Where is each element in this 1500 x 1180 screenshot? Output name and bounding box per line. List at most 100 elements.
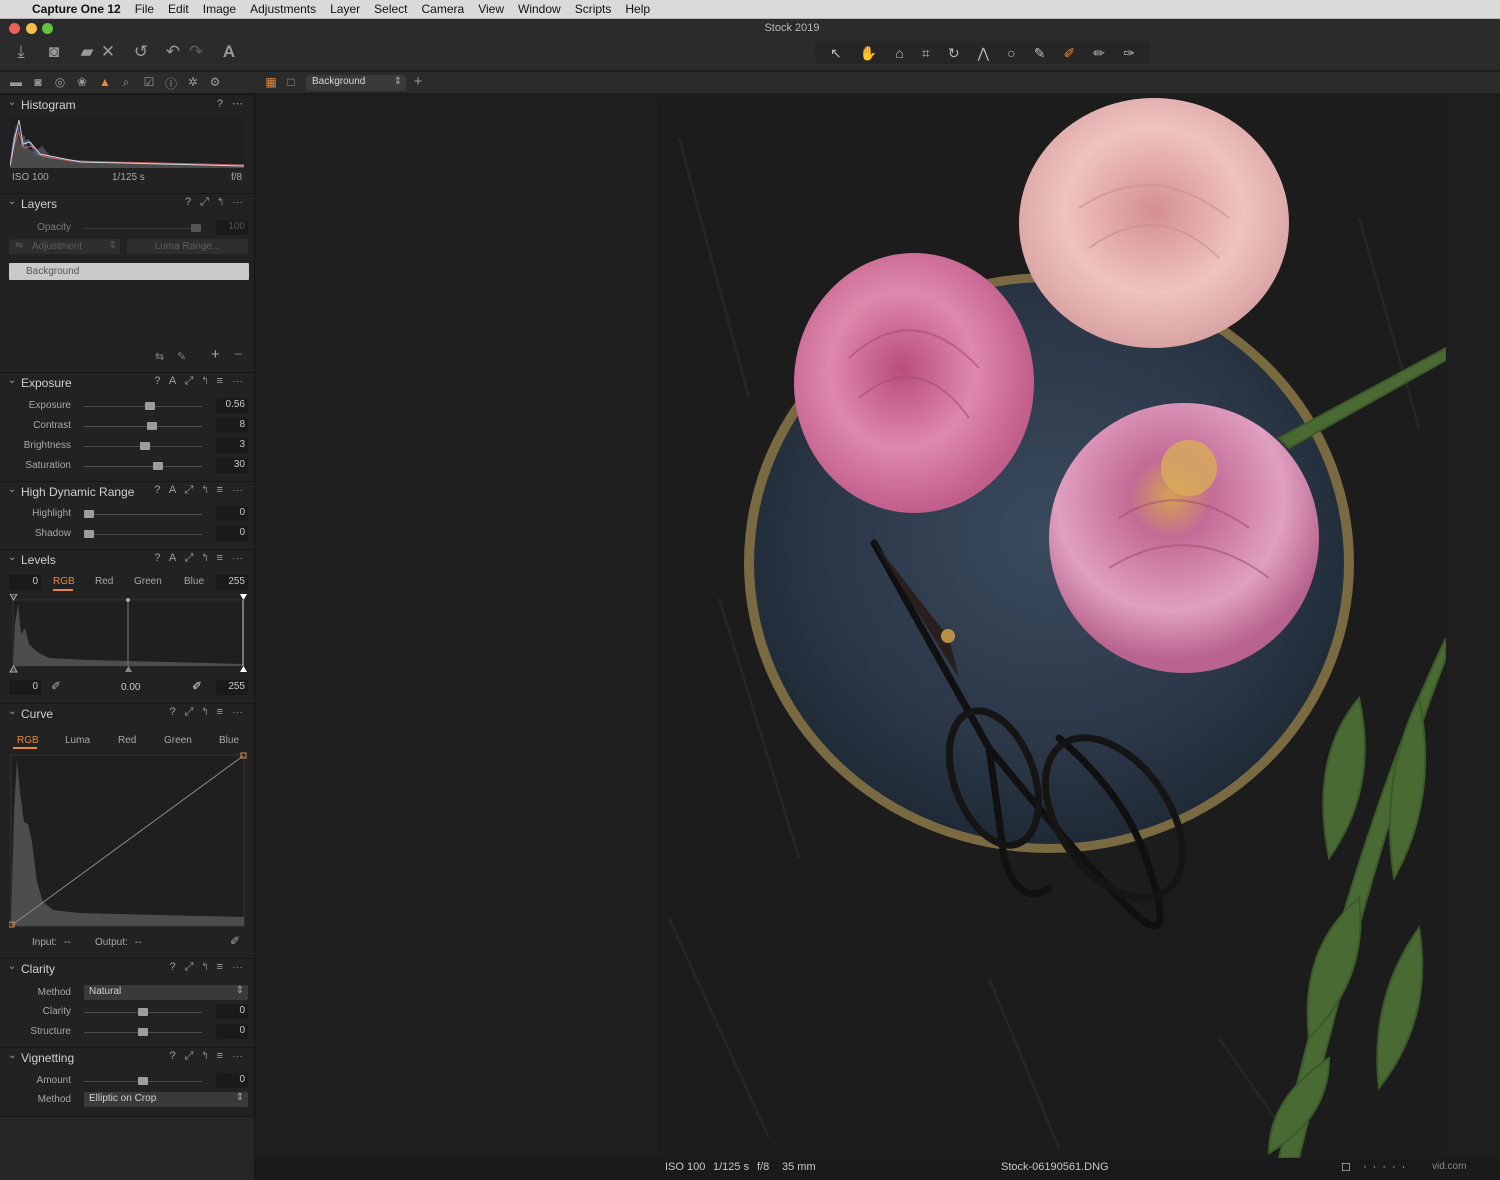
undo-icon[interactable]: ↶ xyxy=(162,42,184,62)
layers-tool-icons[interactable]: ? ⤢ ↰ ⋯ xyxy=(185,196,246,209)
vignetting-method-select[interactable]: Elliptic on Crop ⇕ xyxy=(84,1092,248,1107)
import-icon[interactable]: ⤓ xyxy=(10,42,32,62)
clarity-tool-icons[interactable]: ? ⤢ ↰ ≡ ⋯ xyxy=(169,961,246,974)
vignetting-amount-knob[interactable] xyxy=(138,1077,148,1085)
chevron-down-icon[interactable]: ⌄ xyxy=(8,484,16,495)
levels-tab-rgb[interactable]: RGB xyxy=(53,576,75,587)
swap-icon[interactable]: ⇆ xyxy=(155,350,164,363)
brush-dropdown-icon[interactable]: ✎ xyxy=(177,350,186,363)
menu-scripts[interactable]: Scripts xyxy=(575,2,612,16)
exposure-value[interactable]: 0.56 xyxy=(216,398,248,413)
add-layer-icon[interactable]: + xyxy=(409,73,427,90)
camera-capture-icon[interactable]: ◙ xyxy=(43,42,65,62)
vignetting-header[interactable]: ⌄ Vignetting ? ⤢ ↰ ≡ ⋯ xyxy=(0,1047,254,1067)
adjustments-tab-icon[interactable]: ☑ xyxy=(140,75,158,89)
curve-tab-red[interactable]: Red xyxy=(118,735,136,746)
keystone-icon[interactable]: ⋀ xyxy=(978,44,989,62)
clarity-slider-knob[interactable] xyxy=(138,1008,148,1016)
histogram-tool-icons[interactable]: ? ⋯ xyxy=(217,97,246,110)
chevron-down-icon[interactable]: ⌄ xyxy=(8,706,16,717)
contrast-slider-knob[interactable] xyxy=(147,422,157,430)
luma-range-button[interactable]: Luma Range... xyxy=(127,239,248,254)
chevron-down-icon[interactable]: ⌄ xyxy=(8,375,16,386)
levels-input-high[interactable]: 255 xyxy=(216,575,248,590)
structure-slider-knob[interactable] xyxy=(138,1028,148,1036)
app-menu[interactable]: Capture One 12 xyxy=(32,2,121,16)
clarity-method-select[interactable]: Natural ⇕ xyxy=(84,985,248,1000)
loupe-icon[interactable]: ⌂ xyxy=(895,44,903,62)
menu-select[interactable]: Select xyxy=(374,2,407,16)
opacity-value[interactable]: 100 xyxy=(216,220,248,235)
highlight-slider-track[interactable] xyxy=(84,514,202,515)
curve-tab-blue[interactable]: Blue xyxy=(219,735,239,746)
chevron-down-icon[interactable]: ⌄ xyxy=(8,961,16,972)
vignetting-tool-icons[interactable]: ? ⤢ ↰ ≡ ⋯ xyxy=(169,1050,246,1063)
library-tab-icon[interactable]: ▬ xyxy=(7,75,25,89)
curve-graph[interactable] xyxy=(9,752,249,930)
eyedropper-black-icon[interactable]: ✐ xyxy=(51,679,61,693)
curve-picker-icon[interactable]: ✐ xyxy=(230,934,240,948)
levels-tool-icons[interactable]: ? A ⤢ ↰ ≡ ⋯ xyxy=(154,552,246,565)
image-viewer[interactable] xyxy=(255,94,1500,1158)
structure-value[interactable]: 0 xyxy=(216,1024,248,1039)
text-tool-icon[interactable]: A xyxy=(218,42,240,62)
gradient-mask-icon[interactable]: ✏ xyxy=(1093,44,1105,62)
select-cursor-icon[interactable]: ↖ xyxy=(830,44,842,62)
vignetting-amount-value[interactable]: 0 xyxy=(216,1073,248,1088)
adjustment-dropdown[interactable]: ⇋ Adjustment ⇕ xyxy=(9,239,120,254)
opacity-track[interactable] xyxy=(84,228,202,229)
brightness-slider-knob[interactable] xyxy=(140,442,150,450)
exposure-tab-icon[interactable]: ▲ xyxy=(96,75,114,89)
lens-tab-icon[interactable]: ◎ xyxy=(51,75,69,89)
clarity-value[interactable]: 0 xyxy=(216,1004,248,1019)
shadow-slider-knob[interactable] xyxy=(84,530,94,538)
redo-icon[interactable]: ↷ xyxy=(185,42,207,62)
menu-edit[interactable]: Edit xyxy=(168,2,189,16)
eyedropper-white-icon[interactable]: ✐ xyxy=(192,679,202,693)
delete-icon[interactable]: ✕ xyxy=(97,42,119,62)
spot-removal-icon[interactable]: ○ xyxy=(1007,44,1015,62)
contrast-value[interactable]: 8 xyxy=(216,418,248,433)
details-tab-icon[interactable]: ⌕ xyxy=(117,75,135,90)
color-tab-icon[interactable]: ❀ xyxy=(73,75,91,89)
chevron-down-icon[interactable]: ⌄ xyxy=(8,552,16,563)
highlight-value[interactable]: 0 xyxy=(216,506,248,521)
add-layer-button-icon[interactable]: + xyxy=(211,346,220,363)
levels-input-low[interactable]: 0 xyxy=(9,575,41,590)
levels-tab-red[interactable]: Red xyxy=(95,576,113,587)
chevron-down-icon[interactable]: ⌄ xyxy=(8,1050,16,1061)
crop-icon[interactable]: ⌗ xyxy=(922,44,930,62)
layers-header[interactable]: ⌄ Layers ? ⤢ ↰ ⋯ xyxy=(0,193,254,213)
clarity-header[interactable]: ⌄ Clarity ? ⤢ ↰ ≡ ⋯ xyxy=(0,958,254,978)
color-picker-icon[interactable]: ✎ xyxy=(1034,44,1046,62)
exposure-tool-icons[interactable]: ? A ⤢ ↰ ≡ ⋯ xyxy=(154,375,246,388)
menu-view[interactable]: View xyxy=(478,2,504,16)
menu-help[interactable]: Help xyxy=(625,2,650,16)
contrast-slider-track[interactable] xyxy=(84,426,202,427)
hdr-header[interactable]: ⌄ High Dynamic Range ? A ⤢ ↰ ≡ ⋯ xyxy=(0,481,254,501)
photo-preview[interactable] xyxy=(659,98,1446,1158)
background-layer-row[interactable]: Background xyxy=(9,263,249,280)
curve-tab-rgb[interactable]: RGB xyxy=(17,735,39,746)
levels-tab-green[interactable]: Green xyxy=(134,576,162,587)
rotate-icon[interactable]: ↻ xyxy=(948,44,960,62)
highlight-slider-knob[interactable] xyxy=(84,510,94,518)
exposure-slider-track[interactable] xyxy=(84,406,202,407)
levels-output-high[interactable]: 255 xyxy=(216,680,248,695)
shadow-value[interactable]: 0 xyxy=(216,526,248,541)
chevron-down-icon[interactable]: ⌄ xyxy=(8,97,16,108)
rating-box-icon[interactable]: ☐ xyxy=(1341,1161,1351,1174)
remove-layer-icon[interactable]: − xyxy=(234,346,243,363)
rating-dots-icon[interactable]: ····· xyxy=(1363,1161,1411,1173)
levels-output-low[interactable]: 0 xyxy=(9,680,41,695)
menu-file[interactable]: File xyxy=(135,2,154,16)
reset-adjustments-icon[interactable]: ↺ xyxy=(130,42,152,62)
pan-icon[interactable]: ✋ xyxy=(860,44,877,62)
single-view-icon[interactable]: □ xyxy=(282,75,300,89)
curve-tool-icons[interactable]: ? ⤢ ↰ ≡ ⋯ xyxy=(169,706,246,719)
curve-tab-green[interactable]: Green xyxy=(164,735,192,746)
menu-camera[interactable]: Camera xyxy=(422,2,465,16)
exposure-slider-knob[interactable] xyxy=(145,402,155,410)
saturation-slider-knob[interactable] xyxy=(153,462,163,470)
levels-graph[interactable] xyxy=(9,594,249,676)
